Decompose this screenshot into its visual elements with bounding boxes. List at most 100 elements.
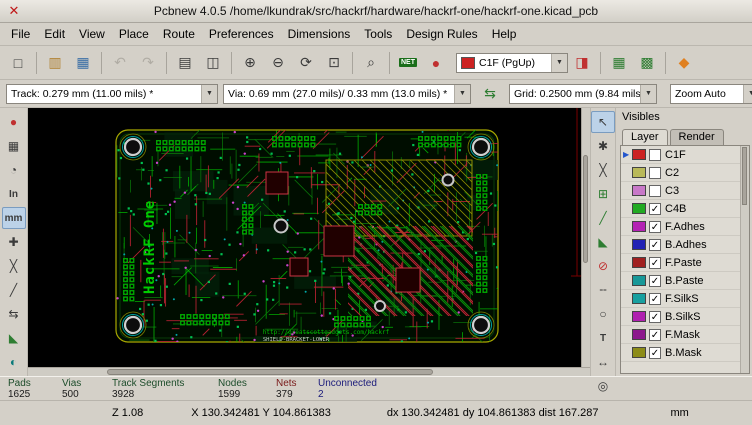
page-settings-icon[interactable]: ◫ [200,50,226,76]
via-size-dropdown[interactable]: Via: 0.69 mm (27.0 mils)/ 0.33 mm (13.0 … [223,84,471,104]
menu-edit[interactable]: Edit [37,24,72,44]
layer-label: B.Mask [665,347,702,359]
layer-row-b-paste[interactable]: ✓B.Paste [621,272,749,290]
units-inch-icon[interactable]: In [2,183,26,205]
track-width-dropdown[interactable]: Track: 0.279 mm (11.00 mils) * ▼ [6,84,218,104]
layer-color-swatch[interactable] [632,221,646,232]
menu-help[interactable]: Help [485,24,524,44]
layer-row-f-mask[interactable]: ✓F.Mask [621,326,749,344]
menu-dimensions[interactable]: Dimensions [281,24,358,44]
add-target-icon[interactable]: ◎ [591,375,615,397]
auto-delete-track-icon[interactable]: ⇆ [2,303,26,325]
add-text-icon[interactable]: T [591,327,615,349]
menu-view[interactable]: View [72,24,112,44]
menu-file[interactable]: File [4,24,37,44]
zoom-redraw-icon[interactable]: ⟳ [293,50,319,76]
canvas-vertical-scrollbar[interactable] [581,108,590,367]
layer-visibility-checkbox[interactable] [649,185,661,197]
track-mode-icon[interactable]: ▩ [634,50,660,76]
layer-visibility-checkbox[interactable]: ✓ [649,221,661,233]
layer-color-swatch[interactable] [632,185,646,196]
select-tool-icon[interactable]: ↖ [591,111,615,133]
save-board-icon[interactable]: ▦ [70,50,96,76]
layer-visibility-checkbox[interactable]: ✓ [649,257,661,269]
zone-display-icon[interactable]: ◣ [2,327,26,349]
pcb-canvas[interactable]: HackRF Onehttp://greatscottgadgets.com/h… [28,108,590,376]
layer-visibility-checkbox[interactable]: ✓ [649,347,661,359]
layer-row-c2[interactable]: C2 [621,164,749,182]
drc-ladybug-icon[interactable]: ● [423,50,449,76]
tab-layer[interactable]: Layer [622,129,668,146]
menu-preferences[interactable]: Preferences [202,24,281,44]
menu-route[interactable]: Route [156,24,202,44]
layer-color-swatch[interactable] [632,203,646,214]
layer-visibility-checkbox[interactable]: ✓ [649,275,661,287]
grid-visibility-icon[interactable]: ▦ [2,135,26,157]
cursor-shape-icon[interactable]: ✚ [2,231,26,253]
layer-row-c1f[interactable]: ▶C1F [621,146,749,164]
open-board-icon[interactable]: ▥ [42,50,68,76]
ratsnest-visibility-icon[interactable]: ╳ [2,255,26,277]
add-dimension-icon[interactable]: ↔ [591,351,615,373]
layer-color-swatch[interactable] [632,239,646,250]
layer-row-b-adhes[interactable]: ✓B.Adhes [621,236,749,254]
zoom-dropdown[interactable]: Zoom Auto ▼ [670,84,752,104]
canvas-horizontal-scrollbar[interactable] [28,367,590,376]
layer-visibility-checkbox[interactable]: ✓ [649,239,661,251]
netlist-icon[interactable]: NET [395,50,421,76]
layer-color-swatch[interactable] [632,149,646,160]
pcb-drawing[interactable]: HackRF Onehttp://greatscottgadgets.com/h… [28,108,590,367]
layer-color-swatch[interactable] [632,347,646,358]
menu-place[interactable]: Place [112,24,156,44]
local-ratsnest-icon[interactable]: ╳ [591,159,615,181]
new-board-icon[interactable]: □ [5,50,31,76]
layer-visibility-checkbox[interactable]: ✓ [649,329,661,341]
menu-tools[interactable]: Tools [357,24,399,44]
toolbar-separator [36,52,37,74]
layer-visibility-checkbox[interactable]: ✓ [649,311,661,323]
zoom-in-icon[interactable]: ⊕ [237,50,263,76]
footprint-mode-icon[interactable]: ▦ [606,50,632,76]
layer-row-f-silks[interactable]: ✓F.SilkS [621,290,749,308]
highlight-net-icon[interactable]: ✱ [591,135,615,157]
high-contrast-icon[interactable]: ◐ [2,351,26,373]
layer-row-c3[interactable]: C3 [621,182,749,200]
add-track-icon[interactable]: ╱ [591,207,615,229]
layer-list-scrollbar[interactable] [740,146,749,373]
zoom-out-icon[interactable]: ⊖ [265,50,291,76]
layer-row-b-mask[interactable]: ✓ B.Mask [621,344,749,362]
freeroute-icon[interactable]: ◆ [671,50,697,76]
find-icon[interactable]: ⌕ [358,50,384,76]
layer-row-b-silks[interactable]: ✓B.SilkS [621,308,749,326]
zoom-fit-icon[interactable]: ⊡ [321,50,347,76]
units-mm-icon[interactable]: mm [2,207,26,229]
add-footprint-icon[interactable]: ⊞ [591,183,615,205]
layer-visibility-checkbox[interactable] [649,149,661,161]
layer-visibility-checkbox[interactable]: ✓ [649,293,661,305]
layer-visibility-checkbox[interactable]: ✓ [649,203,661,215]
add-keepout-icon[interactable]: ⊘ [591,255,615,277]
tab-render[interactable]: Render [670,129,724,145]
layer-color-swatch[interactable] [632,257,646,268]
layer-row-f-paste[interactable]: ✓F.Paste [621,254,749,272]
layer-color-swatch[interactable] [632,293,646,304]
layer-color-swatch[interactable] [632,311,646,322]
layer-row-c4b[interactable]: ✓C4B [621,200,749,218]
grid-size-dropdown[interactable]: Grid: 0.2500 mm (9.84 mils) ▼ [509,84,657,104]
layer-selector-dropdown[interactable]: C1F (PgUp) ▼ [456,53,568,73]
layer-visibility-checkbox[interactable] [649,167,661,179]
drc-off-icon[interactable]: ● [2,111,26,133]
add-line-icon[interactable]: ╌ [591,279,615,301]
layer-color-swatch[interactable] [632,275,646,286]
layer-pair-icon[interactable]: ◨ [569,50,595,76]
auto-track-width-icon[interactable]: ⇆ [477,81,503,107]
layer-row-f-adhes[interactable]: ✓F.Adhes [621,218,749,236]
module-ratsnest-icon[interactable]: ╱ [2,279,26,301]
add-circle-icon[interactable]: ○ [591,303,615,325]
layer-color-swatch[interactable] [632,167,646,178]
add-zone-icon[interactable]: ◣ [591,231,615,253]
menu-design-rules[interactable]: Design Rules [399,24,484,44]
layer-color-swatch[interactable] [632,329,646,340]
polar-coords-icon[interactable]: ◔ [2,159,26,181]
print-icon[interactable]: ▤ [172,50,198,76]
